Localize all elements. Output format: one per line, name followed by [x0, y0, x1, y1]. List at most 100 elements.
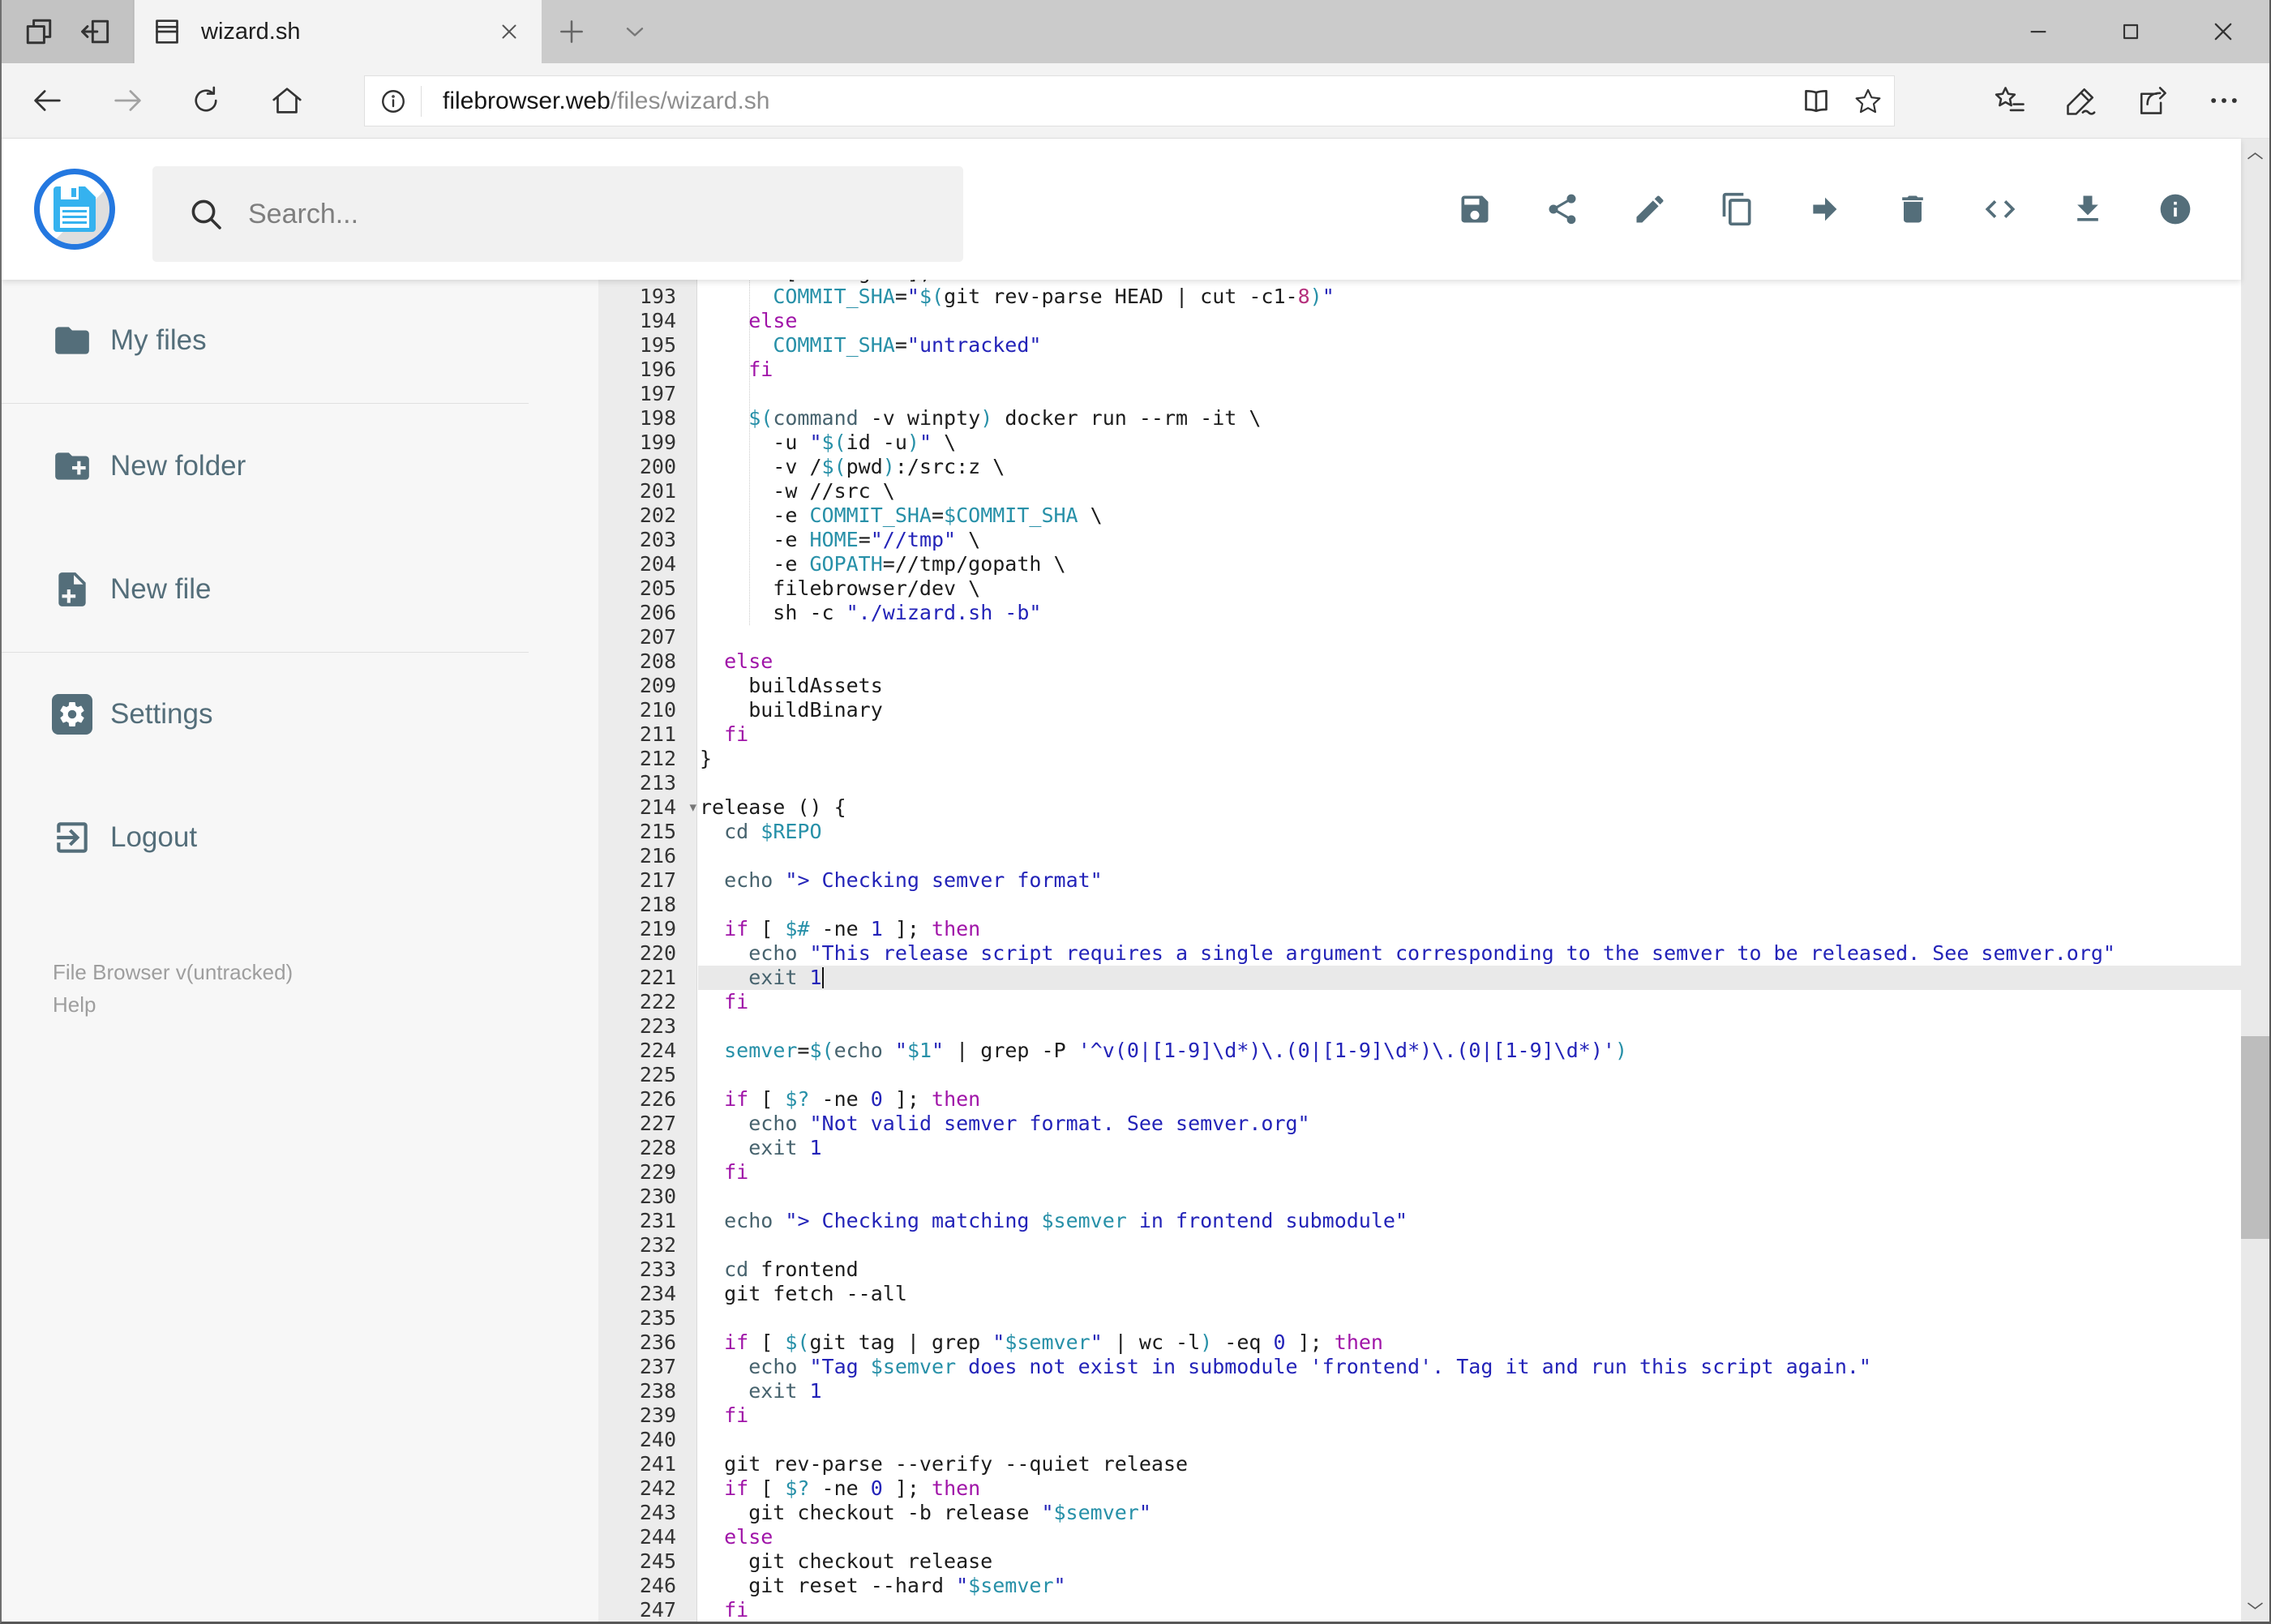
code-line[interactable]: 219 if [ $# -ne 1 ]; then	[598, 917, 2241, 941]
url-field[interactable]: filebrowser.web/files/wizard.sh	[364, 75, 1895, 126]
switch-editor-button[interactable]	[1982, 191, 2018, 227]
code-line[interactable]: 235	[598, 1306, 2241, 1330]
code-line[interactable]: 199 -u "$(id -u)" \	[598, 431, 2241, 455]
code-line[interactable]: 197	[598, 382, 2241, 406]
line-number: 241	[639, 1452, 676, 1476]
code-line[interactable]: 217 echo "> Checking semver format"	[598, 868, 2241, 893]
settings-menu-button[interactable]	[2188, 78, 2260, 123]
code-line[interactable]: 232	[598, 1233, 2241, 1258]
code-line[interactable]: 234 git fetch --all	[598, 1282, 2241, 1306]
code-line[interactable]: 210 buildBinary	[598, 698, 2241, 722]
favorite-star-button[interactable]	[1842, 79, 1894, 124]
copy-button[interactable]	[1720, 191, 1755, 227]
code-line[interactable]: 201 -w //src \	[598, 479, 2241, 503]
code-line[interactable]: 224 semver=$(echo "$1" | grep -P '^v(0|[…	[598, 1039, 2241, 1063]
close-window-button[interactable]	[2177, 0, 2269, 63]
code-line[interactable]: 204 -e GOPATH=//tmp/gopath \	[598, 552, 2241, 576]
code-line[interactable]: 212}	[598, 747, 2241, 771]
code-text: echo "Tag $semver does not exist in subm…	[748, 1355, 1871, 1378]
move-button[interactable]	[1807, 191, 1843, 227]
share-button[interactable]	[1545, 191, 1580, 227]
scrollbar-thumb[interactable]	[2241, 1036, 2269, 1239]
code-line[interactable]: 216	[598, 844, 2241, 868]
maximize-button[interactable]	[2085, 0, 2177, 63]
code-line[interactable]: 245 git checkout release	[598, 1549, 2241, 1574]
hub-button[interactable]	[1974, 78, 2046, 123]
scroll-up-icon[interactable]	[2244, 145, 2266, 167]
search-input[interactable]: Search...	[152, 166, 963, 262]
reading-view-button[interactable]	[1790, 79, 1842, 124]
page-scrollbar[interactable]	[2241, 139, 2269, 1622]
new-tab-button[interactable]	[553, 13, 590, 50]
code-line[interactable]: 214 ▾ release () {	[598, 795, 2241, 820]
code-line[interactable]: 240	[598, 1428, 2241, 1452]
share-button[interactable]	[2117, 78, 2188, 123]
code-line[interactable]: 228 exit 1	[598, 1136, 2241, 1160]
sidebar-item-new-file[interactable]: New file	[2, 545, 598, 634]
code-line[interactable]: 238 exit 1	[598, 1379, 2241, 1403]
tab-list-button[interactable]	[616, 13, 653, 50]
code-line[interactable]: 215 cd $REPO	[598, 820, 2241, 844]
code-line[interactable]: 218	[598, 893, 2241, 917]
download-button[interactable]	[2070, 191, 2106, 227]
code-line[interactable]: 203 -e HOME="//tmp" \	[598, 528, 2241, 552]
forward-button[interactable]	[105, 78, 151, 123]
code-line[interactable]: 244 else	[598, 1525, 2241, 1549]
code-line[interactable]: 205 filebrowser/dev \	[598, 576, 2241, 601]
back-button[interactable]	[24, 78, 70, 123]
fold-marker-icon[interactable]: ▾	[689, 795, 696, 820]
code-line[interactable]: 209 buildAssets	[598, 674, 2241, 698]
site-info-button[interactable]	[365, 85, 422, 117]
code-line[interactable]: 207	[598, 625, 2241, 649]
code-line[interactable]: 247 fi	[598, 1598, 2241, 1622]
code-line[interactable]: 222 fi	[598, 990, 2241, 1014]
code-line[interactable]: 239 fi	[598, 1403, 2241, 1428]
code-line[interactable]: 225	[598, 1063, 2241, 1087]
code-line[interactable]: 226 if [ $? -ne 0 ]; then	[598, 1087, 2241, 1112]
sidebar-item-logout[interactable]: Logout	[2, 793, 598, 882]
code-line[interactable]: 246 git reset --hard "$semver"	[598, 1574, 2241, 1598]
help-link[interactable]: Help	[53, 988, 293, 1021]
code-line[interactable]: 195 COMMIT_SHA="untracked"	[598, 333, 2241, 358]
code-line[interactable]: 231 echo "> Checking matching $semver in…	[598, 1209, 2241, 1233]
code-line[interactable]: 229 fi	[598, 1160, 2241, 1185]
code-line[interactable]: 208 else	[598, 649, 2241, 674]
delete-button[interactable]	[1895, 191, 1930, 227]
code-line[interactable]: 193 COMMIT_SHA="$(git rev-parse HEAD | c…	[598, 285, 2241, 309]
code-line[interactable]: 227 echo "Not valid semver format. See s…	[598, 1112, 2241, 1136]
web-note-button[interactable]	[2046, 78, 2117, 123]
tab-preview-button[interactable]	[20, 13, 58, 50]
code-line[interactable]: 237 echo "Tag $semver does not exist in …	[598, 1355, 2241, 1379]
code-line[interactable]: 220 echo "This release script requires a…	[598, 941, 2241, 966]
scroll-down-icon[interactable]	[2244, 1595, 2266, 1617]
sidebar-item-settings[interactable]: Settings	[2, 670, 598, 759]
code-line[interactable]: 233 cd frontend	[598, 1258, 2241, 1282]
save-button[interactable]	[1457, 191, 1493, 227]
code-line[interactable]: 243 git checkout -b release "$semver"	[598, 1501, 2241, 1525]
code-line[interactable]: 230	[598, 1185, 2241, 1209]
filebrowser-logo[interactable]	[34, 169, 115, 250]
code-line[interactable]: 213	[598, 771, 2241, 795]
minimize-button[interactable]	[1992, 0, 2085, 63]
code-line[interactable]: 223	[598, 1014, 2241, 1039]
code-line[interactable]: 241 git rev-parse --verify --quiet relea…	[598, 1452, 2241, 1476]
code-editor[interactable]: 192 if [ -d .git ]; then193 COMMIT_SHA="…	[598, 280, 2241, 1622]
refresh-button[interactable]	[183, 78, 229, 123]
set-tabs-aside-button[interactable]	[77, 13, 114, 50]
home-button[interactable]	[264, 78, 310, 123]
code-line[interactable]: 194 else	[598, 309, 2241, 333]
code-line[interactable]: 198 $(command -v winpty) docker run --rm…	[598, 406, 2241, 431]
code-line[interactable]: 206 sh -c "./wizard.sh -b"	[598, 601, 2241, 625]
sidebar-item-new-folder[interactable]: New folder	[2, 422, 598, 511]
code-line[interactable]: 236 if [ $(git tag | grep "$semver" | wc…	[598, 1330, 2241, 1355]
code-line[interactable]: 211 fi	[598, 722, 2241, 747]
info-button[interactable]	[2157, 191, 2193, 227]
code-line[interactable]: 242 if [ $? -ne 0 ]; then	[598, 1476, 2241, 1501]
browser-tab[interactable]: wizard.sh	[135, 0, 542, 63]
code-line[interactable]: 202 -e COMMIT_SHA=$COMMIT_SHA \	[598, 503, 2241, 528]
tab-close-button[interactable]	[493, 15, 525, 48]
sidebar-item-my-files[interactable]: My files	[2, 296, 598, 385]
rename-button[interactable]	[1632, 191, 1668, 227]
code-line[interactable]: 196 fi	[598, 358, 2241, 382]
code-line[interactable]: 200 -v /$(pwd):/src:z \	[598, 455, 2241, 479]
